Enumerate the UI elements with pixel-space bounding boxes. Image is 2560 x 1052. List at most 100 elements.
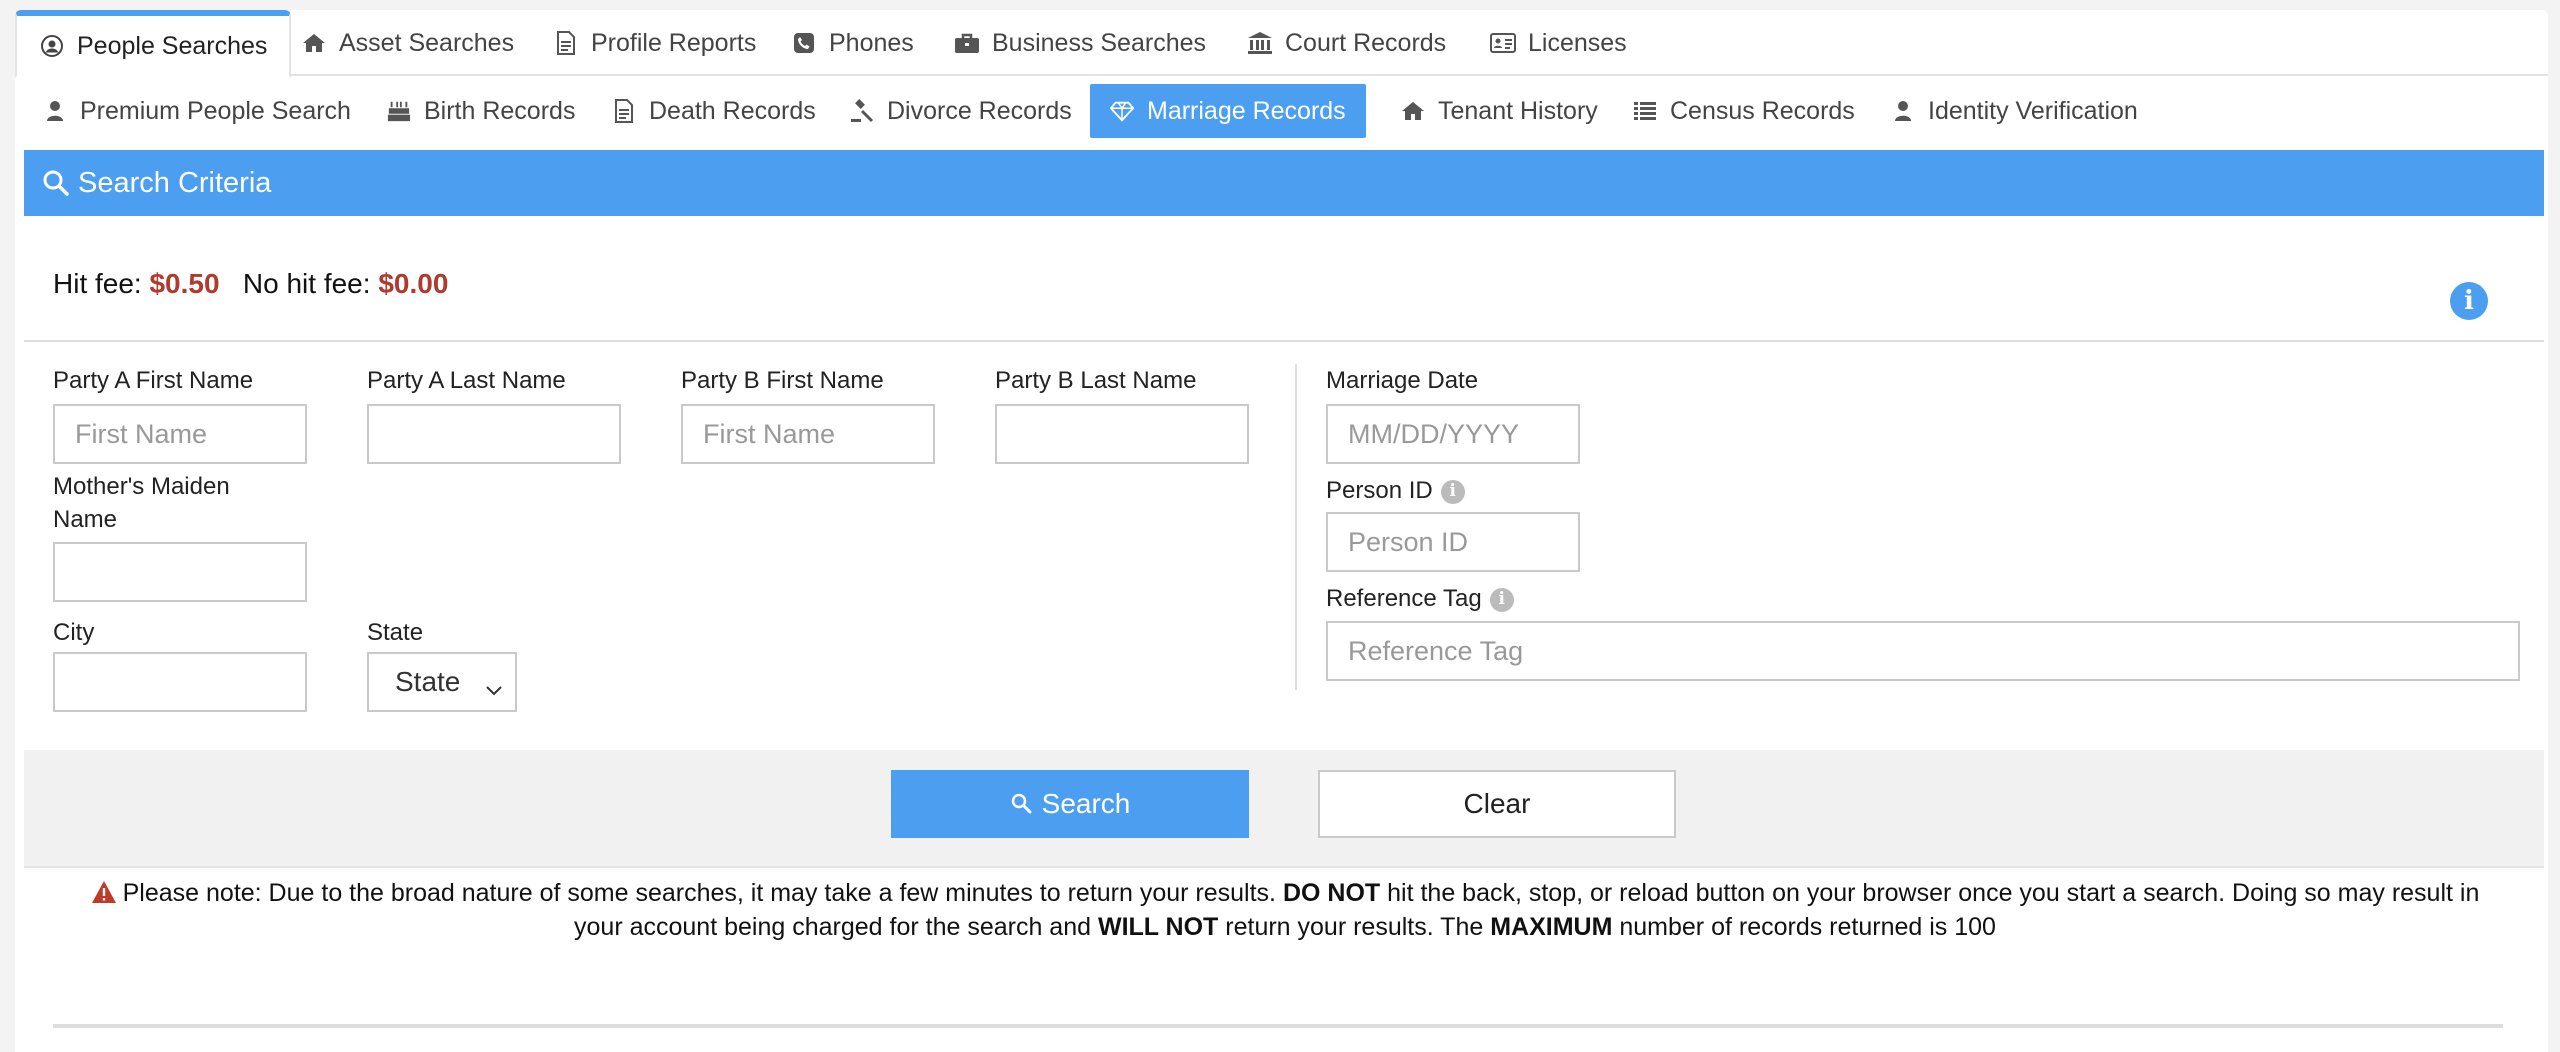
app-window: People Searches Asset Searches Profile R… (15, 10, 2548, 1052)
party-a-first-name-input[interactable]: First Name (53, 404, 307, 464)
tab-label: Licenses (1528, 28, 1627, 57)
tab-label: Phones (829, 28, 914, 57)
id-card-icon (1490, 30, 1516, 56)
list-icon (1633, 99, 1657, 123)
briefcase-icon (954, 30, 980, 56)
state-select-value: State (395, 666, 461, 697)
note-text-3: return your results. The (1218, 913, 1491, 941)
search-icon (1010, 792, 1034, 816)
tab-phones[interactable]: Phones (791, 10, 914, 76)
reference-tag-input[interactable]: Reference Tag (1326, 621, 2520, 681)
subtab-identity-verification[interactable]: Identity Verification (1891, 84, 2138, 138)
person-id-input[interactable]: Person ID (1326, 512, 1580, 572)
tab-label: Court Records (1285, 28, 1447, 57)
note-bold-2: WILL NOT (1097, 913, 1219, 941)
subtab-tenant-history[interactable]: Tenant History (1401, 84, 1598, 138)
action-bar: Search Clear (24, 750, 2544, 868)
subtab-label: Tenant History (1438, 96, 1598, 125)
person-id-label-text: Person ID (1326, 477, 1433, 504)
subtab-label: Marriage Records (1147, 96, 1346, 125)
reference-tag-label: Reference Tag i (1326, 582, 1514, 615)
party-b-last-name-input[interactable] (995, 404, 1249, 464)
phone-icon (791, 30, 817, 56)
warning-icon (91, 879, 117, 903)
subtab-label: Identity Verification (1928, 96, 2138, 125)
party-b-first-name-input[interactable]: First Name (681, 404, 935, 464)
search-icon (42, 169, 70, 197)
clear-button[interactable]: Clear (1318, 770, 1676, 838)
marriage-date-label: Marriage Date (1326, 367, 1479, 394)
fee-text: Hit fee: $0.50 No hit fee: $0.00 (53, 268, 448, 300)
party-a-last-name-label: Party A Last Name (367, 367, 566, 394)
subtab-label: Divorce Records (887, 96, 1072, 125)
divider (53, 1024, 2503, 1028)
search-note: Please note: Due to the broad nature of … (65, 876, 2505, 944)
mothers-maiden-name-label-line2: Name (53, 506, 118, 533)
party-b-last-name-label: Party B Last Name (995, 367, 1197, 394)
chevron-down-icon (485, 672, 503, 704)
search-button[interactable]: Search (891, 770, 1249, 838)
person-id-label: Person ID i (1326, 474, 1465, 507)
user-circle-icon (39, 33, 65, 59)
tab-profile-reports[interactable]: Profile Reports (553, 10, 756, 76)
state-label: State (367, 619, 424, 646)
panel-title: Search Criteria (78, 166, 272, 199)
home-icon (1401, 99, 1425, 123)
home-icon (301, 30, 327, 56)
diamond-icon (1110, 99, 1134, 123)
top-tab-bar: People Searches Asset Searches Profile R… (15, 10, 2548, 78)
subtab-label: Premium People Search (80, 96, 351, 125)
city-label: City (53, 619, 95, 646)
subtab-label: Death Records (649, 96, 816, 125)
tab-court-records[interactable]: Court Records (1247, 10, 1446, 76)
info-icon[interactable]: i (2450, 282, 2488, 320)
tab-label: Asset Searches (339, 28, 515, 57)
marriage-date-input[interactable]: MM/DD/YYYY (1326, 404, 1580, 464)
user-icon (43, 99, 67, 123)
subtab-premium-people-search[interactable]: Premium People Search (43, 84, 351, 138)
search-button-label: Search (1041, 788, 1131, 819)
tab-asset-searches[interactable]: Asset Searches (301, 10, 514, 76)
city-input[interactable] (53, 652, 307, 712)
note-text-1: Please note: Due to the broad nature of … (122, 879, 1283, 907)
sub-tab-bar: Premium People Search Birth Records Deat… (15, 84, 2548, 150)
party-a-first-name-label: Party A First Name (53, 367, 254, 394)
subtab-census-records[interactable]: Census Records (1633, 84, 1855, 138)
subtab-divorce-records[interactable]: Divorce Records (850, 84, 1072, 138)
note-bold-3: MAXIMUM (1490, 913, 1613, 941)
user-icon (1891, 99, 1915, 123)
state-select[interactable]: State (367, 652, 517, 712)
mothers-maiden-name-label: Mother's Maiden Name (53, 470, 230, 536)
no-hit-fee-value: $0.00 (378, 268, 449, 299)
document-icon (612, 99, 636, 123)
search-criteria-header: Search Criteria (24, 150, 2544, 216)
tab-licenses[interactable]: Licenses (1490, 10, 1627, 76)
hit-fee-label: Hit fee: (53, 268, 142, 299)
reference-tag-label-text: Reference Tag (1326, 585, 1482, 612)
clear-button-label: Clear (1463, 788, 1531, 819)
note-bold-1: DO NOT (1282, 879, 1381, 907)
mothers-maiden-name-input[interactable] (53, 542, 307, 602)
party-b-first-name-label: Party B First Name (681, 367, 884, 394)
reference-tag-info-icon[interactable]: i (1489, 587, 1514, 612)
form-column-divider (1295, 364, 1297, 690)
mothers-maiden-name-label-line1: Mother's Maiden (53, 473, 230, 500)
subtab-label: Birth Records (424, 96, 576, 125)
gavel-icon (850, 99, 874, 123)
person-id-info-icon[interactable]: i (1440, 479, 1465, 504)
note-text-4: number of records returned is 100 (1612, 913, 1996, 941)
search-form: Party A First Name First Name Party A La… (24, 344, 2544, 750)
subtab-label: Census Records (1670, 96, 1855, 125)
tab-label: People Searches (77, 31, 268, 60)
tab-business-searches[interactable]: Business Searches (954, 10, 1206, 76)
tab-label: Business Searches (992, 28, 1207, 57)
subtab-marriage-records[interactable]: Marriage Records (1090, 84, 1366, 138)
party-a-last-name-input[interactable] (367, 404, 621, 464)
subtab-birth-records[interactable]: Birth Records (387, 84, 575, 138)
fee-row: Hit fee: $0.50 No hit fee: $0.00 i (24, 216, 2544, 342)
birthday-cake-icon (387, 99, 411, 123)
no-hit-fee-label: No hit fee: (242, 268, 371, 299)
tab-people-searches[interactable]: People Searches (15, 10, 292, 78)
hit-fee-value: $0.50 (149, 268, 220, 299)
subtab-death-records[interactable]: Death Records (612, 84, 816, 138)
